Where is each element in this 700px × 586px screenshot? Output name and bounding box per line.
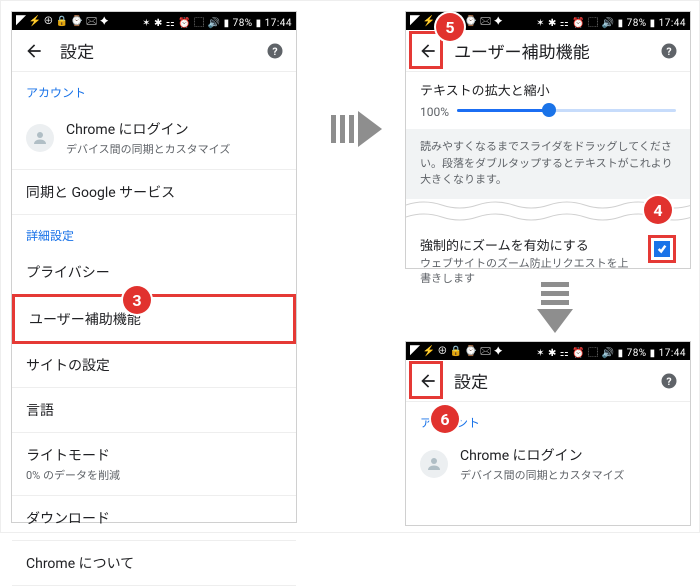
about-label: Chrome について	[26, 553, 282, 573]
step-badge-3: 3	[123, 286, 151, 314]
arrow-down-icon	[537, 282, 573, 333]
help-icon[interactable]: ?	[660, 42, 678, 60]
light-mode-sub: 0% のデータを削減	[26, 467, 282, 483]
login-title: Chrome にログイン	[460, 445, 676, 465]
force-zoom-title: 強制的にズームを有効にする	[420, 235, 638, 254]
accessibility-screen: ◤ ⚡ ⊕ 🔒 ⌚ 🖂 ✦ ✶ ✱ ⚏ ⏰ ⬚ 🔊 ▮ 78% ▮ 17:44 …	[405, 11, 691, 269]
text-scaling-title: テキストの拡大と縮小	[420, 80, 676, 99]
status-bar: ◤ ⚡ ⊕ 🔒 ⌚ 🖂 ✦ ✶ ✱ ⚏ ⏰ ⬚ 🔊 ▮ 78% ▮ 17:44	[12, 12, 296, 30]
privacy-label: プライバシー	[26, 262, 282, 282]
app-bar: 設定 ?	[406, 360, 690, 402]
sync-row[interactable]: 同期と Google サービス	[12, 170, 296, 215]
sites-row[interactable]: サイトの設定	[12, 343, 296, 388]
status-left: ◤ ⚡ ⊕ 🔒 ⌚ 🖂 ✦	[16, 12, 109, 31]
back-highlight-step6	[409, 361, 443, 399]
step-badge-5: 5	[436, 13, 464, 41]
help-icon[interactable]: ?	[660, 372, 678, 390]
svg-text:?: ?	[666, 44, 671, 57]
about-row[interactable]: Chrome について	[12, 541, 296, 586]
accessibility-label: ユーザー補助機能	[29, 309, 279, 329]
step-badge-6: 6	[431, 405, 459, 433]
account-section-label: アカウント	[12, 72, 296, 107]
svg-text:?: ?	[272, 44, 277, 57]
page-title: 設定	[60, 38, 250, 63]
status-bar: ◤ ⚡ ⊕ 🔒 ⌚ 🖂 ✦ ✶ ✱ ⚏ ⏰ ⬚ 🔊 ▮ 78% ▮ 17:44	[406, 342, 690, 360]
page-title: ユーザー補助機能	[454, 38, 644, 63]
force-zoom-sub: ウェブサイトのズーム防止リクエストを上書きします	[420, 256, 638, 287]
login-sub: デバイス間の同期とカスタマイズ	[66, 141, 282, 157]
force-zoom-checkbox-highlight	[648, 235, 676, 263]
back-icon[interactable]	[24, 41, 44, 61]
text-scaling-value: 100%	[420, 105, 449, 119]
settings-screen: ◤ ⚡ ⊕ 🔒 ⌚ 🖂 ✦ ✶ ✱ ⚏ ⏰ ⬚ 🔊 ▮ 78% ▮ 17:44 …	[11, 11, 297, 523]
language-row[interactable]: 言語	[12, 388, 296, 433]
status-right: ✶ ✱ ⚏ ⏰ ⬚ 🔊 ▮ 78% ▮ 17:44	[142, 14, 292, 29]
app-bar: 設定 ?	[12, 30, 296, 72]
status-right: ✶ ✱ ⚏ ⏰ ⬚ 🔊 ▮ 78% ▮ 17:44	[536, 344, 686, 359]
step-badge-4: 4	[644, 196, 672, 224]
login-row[interactable]: Chrome にログイン デバイス間の同期とカスタマイズ	[406, 433, 690, 495]
downloads-row[interactable]: ダウンロード	[12, 496, 296, 541]
avatar-icon	[420, 450, 448, 478]
sites-label: サイトの設定	[26, 355, 282, 375]
text-scaling-note: 読みやすくなるまでスライダをドラッグしてください。段落をダブルタップするとテキス…	[406, 129, 690, 199]
advanced-section-label: 詳細設定	[12, 215, 296, 250]
login-row[interactable]: Chrome にログイン デバイス間の同期とカスタマイズ	[12, 107, 296, 170]
light-mode-row[interactable]: ライトモード 0% のデータを削減	[12, 433, 296, 496]
login-title: Chrome にログイン	[66, 119, 282, 139]
text-scaling-section: テキストの拡大と縮小 100%	[406, 72, 690, 129]
status-right: ✶ ✱ ⚏ ⏰ ⬚ 🔊 ▮ 78% ▮ 17:44	[536, 14, 686, 29]
sync-label: 同期と Google サービス	[26, 182, 282, 202]
help-icon[interactable]: ?	[266, 42, 284, 60]
avatar-icon	[26, 124, 54, 152]
login-sub: デバイス間の同期とカスタマイズ	[460, 467, 676, 483]
text-scaling-slider[interactable]	[457, 109, 676, 112]
light-mode-label: ライトモード	[26, 445, 282, 465]
page-title: 設定	[454, 368, 644, 393]
downloads-label: ダウンロード	[26, 508, 282, 528]
accessibility-row[interactable]: ユーザー補助機能	[12, 294, 296, 344]
status-left: ◤ ⚡ ⊕ 🔒 ⌚ 🖂 ✦	[410, 342, 503, 361]
back-highlight-step5	[409, 31, 443, 69]
language-label: 言語	[26, 400, 282, 420]
arrow-right-icon	[331, 111, 382, 147]
privacy-row[interactable]: プライバシー	[12, 250, 296, 295]
svg-text:?: ?	[666, 374, 671, 387]
settings-screen-return: ◤ ⚡ ⊕ 🔒 ⌚ 🖂 ✦ ✶ ✱ ⚏ ⏰ ⬚ 🔊 ▮ 78% ▮ 17:44 …	[405, 341, 691, 526]
force-zoom-checkbox[interactable]	[654, 241, 670, 257]
